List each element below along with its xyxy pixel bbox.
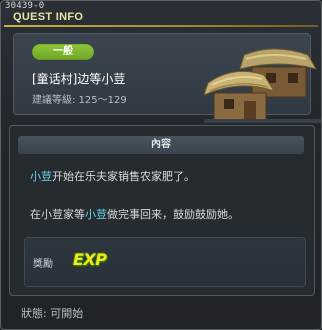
thatched-hut-icon [204, 48, 321, 123]
npc-name-link[interactable]: 小荳 [85, 208, 107, 221]
objective-text: 做完事回来，鼓励鼓励她。 [107, 208, 239, 221]
quest-type-badge: 一般 [32, 44, 94, 60]
window-title: QUEST INFO [13, 11, 84, 23]
reward-label: 獎勵 [33, 259, 53, 270]
title-divider [4, 25, 318, 27]
npc-name-link[interactable]: 小荳 [30, 170, 52, 183]
quest-description-line: 小荳开始在乐夫家销售农家肥了。 [30, 168, 195, 184]
description-text: 开始在乐夫家销售农家肥了。 [52, 170, 195, 183]
quest-objective-line: 在小荳家等小荳做完事回来，鼓励鼓励她。 [30, 206, 239, 222]
quest-status: 狀態: 可開始 [21, 307, 84, 320]
quest-info-window: 30439-0 QUEST INFO 一般 [童话村]边等小荳 建議等級: 12… [0, 0, 322, 330]
title-bar[interactable]: QUEST INFO [1, 9, 321, 27]
content-section-header: 內容 [18, 136, 304, 154]
quest-name: [童话村]边等小荳 [32, 72, 126, 86]
recommended-level: 建議等級: 125～129 [32, 95, 127, 106]
quest-content-panel[interactable]: 內容 小荳开始在乐夫家销售农家肥了。 在小荳家等小荳做完事回来，鼓励鼓励她。 獎… [9, 125, 315, 296]
objective-text-prefix: 在小荳家等 [30, 208, 85, 221]
exp-reward-icon[interactable]: EXP [73, 250, 107, 269]
reward-panel: 獎勵 EXP [24, 237, 306, 287]
